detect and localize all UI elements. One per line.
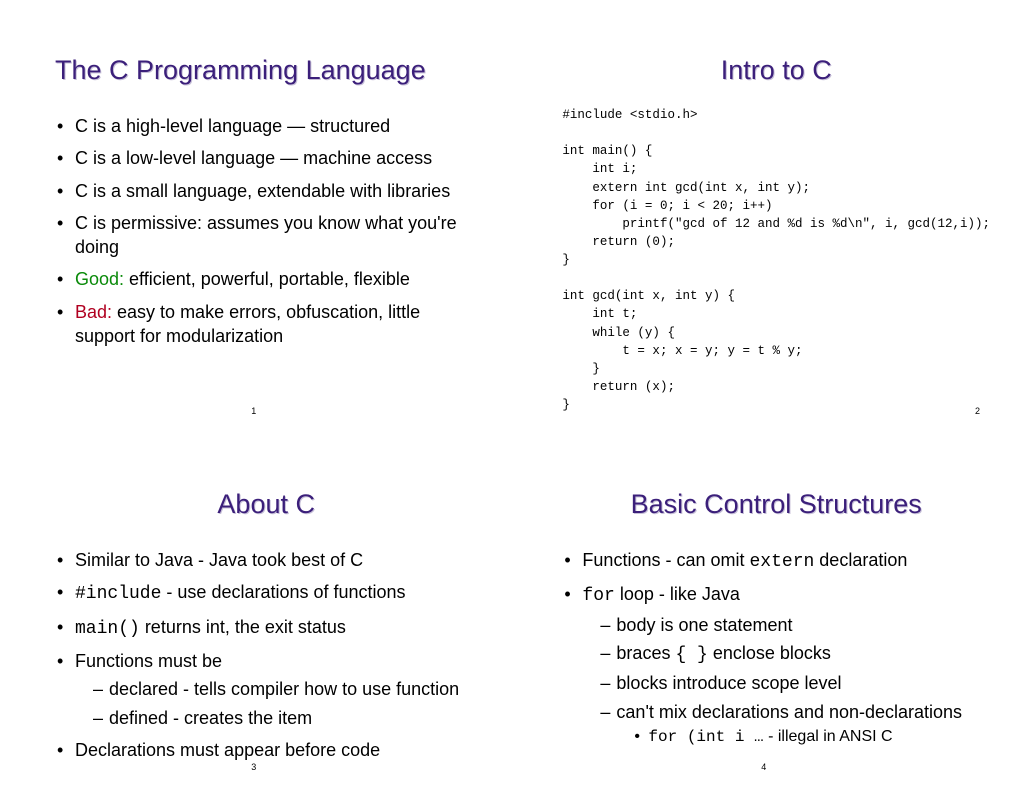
bullet-item: Functions must be declared - tells compi… [55, 649, 477, 730]
page-number: 3 [251, 762, 256, 772]
sub-item: can't mix declarations and non-declarati… [600, 700, 990, 749]
bullet-text: declaration [814, 550, 907, 570]
slide-title: The C Programming Language [55, 55, 477, 86]
subsub-text: - illegal in ANSI C [764, 728, 893, 745]
page-number: 4 [761, 762, 766, 772]
sub-item: braces { } enclose blocks [600, 641, 990, 667]
sub-item: declared - tells compiler how to use fun… [93, 677, 477, 701]
bullet-item-bad: Bad: easy to make errors, obfuscation, l… [55, 300, 477, 349]
bullet-item: #include - use declarations of functions [55, 580, 477, 606]
bullet-text: loop - like Java [615, 584, 740, 604]
bad-label: Bad: [75, 302, 112, 322]
good-text: efficient, powerful, portable, flexible [124, 269, 410, 289]
slide-3: About C Similar to Java - Java took best… [0, 434, 507, 790]
bullet-text: Functions - can omit [582, 550, 749, 570]
bullet-item: C is permissive: assumes you know what y… [55, 211, 477, 260]
slide-2: Intro to C #include <stdio.h> int main()… [507, 0, 1020, 434]
code-inline: main() [75, 619, 140, 639]
code-inline: for [582, 586, 614, 606]
bullet-item: Similar to Java - Java took best of C [55, 548, 477, 572]
slide-title: About C [55, 489, 477, 520]
subsub-list: for (int i … - illegal in ANSI C [634, 726, 990, 749]
sub-text: can't mix declarations and non-declarati… [616, 702, 962, 722]
bullet-text: Functions must be [75, 651, 222, 671]
sub-item: defined - creates the item [93, 706, 477, 730]
subsub-item: for (int i … - illegal in ANSI C [634, 726, 990, 749]
page-number: 1 [251, 406, 256, 416]
sub-list: declared - tells compiler how to use fun… [93, 677, 477, 730]
sub-text: braces [616, 643, 675, 663]
slide-1: The C Programming Language C is a high-l… [0, 0, 507, 434]
bullet-item: C is a low-level language — machine acce… [55, 146, 477, 170]
bullet-item: Functions - can omit extern declaration [562, 548, 990, 574]
slide-handout: The C Programming Language C is a high-l… [0, 0, 1020, 788]
sub-item: body is one statement [600, 613, 990, 637]
bullet-text: returns int, the exit status [140, 617, 346, 637]
page-number: 2 [975, 406, 980, 416]
bad-text: easy to make errors, obfuscation, little… [75, 302, 420, 346]
code-inline: extern [749, 552, 814, 572]
slide-title: Intro to C [562, 55, 990, 86]
code-inline: for (int i … [648, 728, 763, 746]
bullet-list: Similar to Java - Java took best of C #i… [55, 548, 477, 762]
bullet-item: C is a high-level language — structured [55, 114, 477, 138]
bullet-list: Functions - can omit extern declaration … [562, 548, 990, 748]
bullet-item: for loop - like Java body is one stateme… [562, 582, 990, 748]
sub-item: blocks introduce scope level [600, 671, 990, 695]
sub-list: body is one statement braces { } enclose… [600, 613, 990, 749]
good-label: Good: [75, 269, 124, 289]
bullet-list: C is a high-level language — structured … [55, 114, 477, 348]
bullet-item: main() returns int, the exit status [55, 615, 477, 641]
bullet-item: Declarations must appear before code [55, 738, 477, 762]
slide-4: Basic Control Structures Functions - can… [507, 434, 1020, 790]
slide-title: Basic Control Structures [562, 489, 990, 520]
bullet-item-good: Good: efficient, powerful, portable, fle… [55, 267, 477, 291]
bullet-text: - use declarations of functions [161, 582, 405, 602]
bullet-item: C is a small language, extendable with l… [55, 179, 477, 203]
sub-text: enclose blocks [708, 643, 831, 663]
code-block: #include <stdio.h> int main() { int i; e… [562, 106, 990, 414]
code-inline: { } [675, 645, 707, 665]
code-inline: #include [75, 584, 161, 604]
